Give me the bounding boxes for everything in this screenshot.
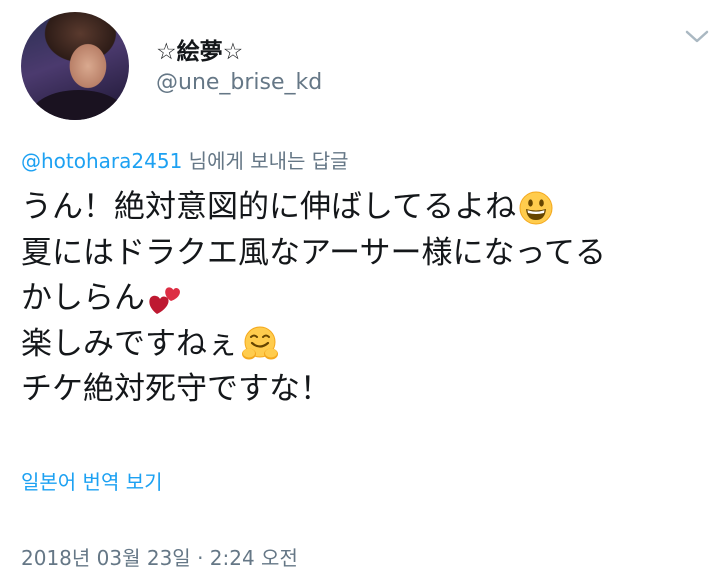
tweet-line: 夏にはドラクエ風なアーサー様になってる <box>21 231 711 277</box>
tweet-line: チケ絶対死守ですな！ <box>21 367 711 413</box>
tweet-line-text: 夏にはドラクエ風なアーサー様になってる <box>21 234 606 271</box>
tweet-text: うん！絶対意図的に伸ばしてるよね 夏にはドラクエ風なアーサー様になってる かしら… <box>21 185 711 413</box>
avatar[interactable] <box>21 12 129 120</box>
author-display-name[interactable]: ☆絵夢☆ <box>156 32 243 66</box>
translate-link[interactable]: 일본어 번역 보기 <box>21 466 163 495</box>
tweet-line-text: うん！絶対意図的に伸ばしてるよね <box>21 189 517 225</box>
tweet-line-text: かしらん <box>21 280 145 316</box>
chevron-down-icon[interactable] <box>682 26 712 48</box>
reply-suffix: 님에게 보내는 답글 <box>182 149 349 173</box>
tweet-line-text: チケ絶対死守ですな！ <box>21 371 331 407</box>
author-handle[interactable]: @une_brise_kd <box>156 70 322 95</box>
timestamp[interactable]: 2018년 03월 23일 · 2:24 오전 <box>21 542 298 571</box>
tweet-line: かしらん <box>21 276 711 322</box>
reply-context: @hotohara2451 님에게 보내는 답글 <box>21 145 349 174</box>
two-hearts-icon <box>149 287 180 314</box>
grinning-face-icon <box>519 191 553 225</box>
tweet-line: うん！絶対意図的に伸ばしてるよね <box>21 185 711 231</box>
avatar-shoulder <box>31 90 126 120</box>
hugging-face-icon <box>242 326 278 360</box>
tweet-line: 楽しみですねぇ <box>21 322 711 368</box>
reply-mention-link[interactable]: @hotohara2451 <box>21 149 182 173</box>
tweet-line-text: 楽しみですねぇ <box>21 325 238 362</box>
